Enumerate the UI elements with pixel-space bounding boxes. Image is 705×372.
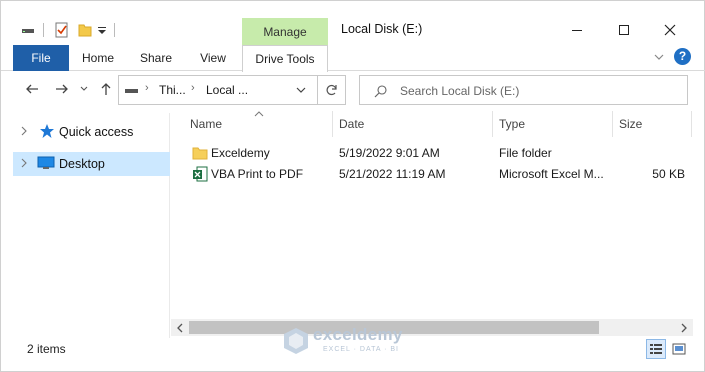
folder-icon <box>192 145 208 164</box>
breadcrumb-separator-icon: › <box>145 82 149 94</box>
column-divider[interactable] <box>691 111 692 137</box>
refresh-button[interactable] <box>318 75 346 105</box>
search-box[interactable]: Search Local Disk (E:) <box>359 75 688 105</box>
tab-share[interactable]: Share <box>133 45 179 71</box>
column-header-size[interactable]: Size <box>619 111 642 137</box>
file-list: Name Date Type Size Exceldemy 5/19/2022 … <box>171 111 693 321</box>
large-icons-view-icon <box>672 343 686 355</box>
forward-button[interactable] <box>52 79 72 99</box>
scroll-right-icon[interactable] <box>679 322 689 336</box>
column-divider[interactable] <box>492 111 493 137</box>
large-icons-view-button[interactable] <box>669 339 689 359</box>
close-icon <box>664 24 676 36</box>
desktop-icon <box>37 156 55 173</box>
breadcrumb-local-disk[interactable]: Local ... <box>206 83 248 97</box>
scroll-left-icon[interactable] <box>175 322 185 336</box>
details-view-icon <box>650 344 662 354</box>
properties-icon[interactable] <box>54 21 70 39</box>
recent-locations-button[interactable] <box>77 79 91 99</box>
search-input[interactable]: Search Local Disk (E:) <box>400 84 519 98</box>
maximize-button[interactable] <box>601 15 647 45</box>
file-date: 5/19/2022 9:01 AM <box>339 146 440 160</box>
expand-ribbon-icon[interactable] <box>652 50 666 64</box>
column-header-type[interactable]: Type <box>499 111 525 137</box>
navigation-pane: Quick access Desktop <box>13 113 170 338</box>
file-date: 5/21/2022 11:19 AM <box>339 167 446 181</box>
tab-drive-tools[interactable]: Drive Tools <box>242 45 328 72</box>
column-header-date[interactable]: Date <box>339 111 364 137</box>
back-button[interactable] <box>22 79 42 99</box>
window-title: Local Disk (E:) <box>341 22 423 36</box>
refresh-icon <box>326 85 337 96</box>
expand-chevron-icon[interactable] <box>19 157 33 171</box>
address-dropdown-icon[interactable] <box>295 85 307 99</box>
new-folder-icon[interactable] <box>77 21 93 39</box>
column-header-name[interactable]: Name <box>190 111 222 137</box>
file-name: Exceldemy <box>211 146 270 160</box>
excel-file-icon <box>192 166 208 185</box>
column-divider[interactable] <box>332 111 333 137</box>
up-arrow-icon <box>101 83 111 95</box>
title-bar: Manage Local Disk (E:) <box>1 1 705 46</box>
sidebar-item-label: Desktop <box>59 157 105 171</box>
table-row[interactable]: VBA Print to PDF 5/21/2022 11:19 AM Micr… <box>186 164 691 185</box>
breadcrumb-separator-icon: › <box>191 82 195 94</box>
tab-file[interactable]: File <box>13 45 69 71</box>
sort-ascending-icon <box>254 107 264 121</box>
expand-chevron-icon[interactable] <box>19 125 33 139</box>
status-bar: 2 items <box>1 339 705 361</box>
ribbon-tabs: File Home Share View Drive Tools ? <box>1 45 705 72</box>
up-button[interactable] <box>96 79 116 99</box>
column-divider[interactable] <box>612 111 613 137</box>
file-size: 50 KB <box>652 167 685 181</box>
tab-view[interactable]: View <box>191 45 235 71</box>
customize-toolbar-icon[interactable] <box>97 21 107 39</box>
drive-icon <box>125 85 139 99</box>
details-view-button[interactable] <box>646 339 666 359</box>
sidebar-item-desktop[interactable]: Desktop <box>13 152 170 176</box>
back-arrow-icon <box>26 84 38 94</box>
navigation-row: › Thi... › Local ... Search Local Disk (… <box>1 71 705 109</box>
forward-arrow-icon <box>56 84 68 94</box>
minimize-icon <box>572 30 582 31</box>
file-type: File folder <box>499 146 552 160</box>
manage-context-tab[interactable]: Manage <box>242 18 328 46</box>
toolbar-divider <box>114 21 116 39</box>
chevron-down-icon <box>80 86 88 91</box>
explorer-window: Manage Local Disk (E:) File Home Share V… <box>0 0 705 372</box>
toolbar-divider <box>43 21 45 39</box>
file-name: VBA Print to PDF <box>211 167 304 181</box>
star-icon <box>39 123 57 142</box>
sidebar-item-quick-access[interactable]: Quick access <box>13 120 170 144</box>
minimize-button[interactable] <box>554 15 600 45</box>
table-row[interactable]: Exceldemy 5/19/2022 9:01 AM File folder <box>186 143 691 164</box>
help-button[interactable]: ? <box>674 48 691 65</box>
file-type: Microsoft Excel M... <box>499 167 604 181</box>
drive-icon[interactable] <box>21 21 35 39</box>
sidebar-item-label: Quick access <box>59 125 134 139</box>
address-bar[interactable]: › Thi... › Local ... <box>118 75 318 105</box>
search-icon <box>374 84 388 101</box>
item-count: 2 items <box>27 342 66 356</box>
breadcrumb-this-pc[interactable]: Thi... <box>159 83 186 97</box>
maximize-icon <box>619 25 629 35</box>
tab-home[interactable]: Home <box>75 45 121 71</box>
close-button[interactable] <box>647 15 693 45</box>
